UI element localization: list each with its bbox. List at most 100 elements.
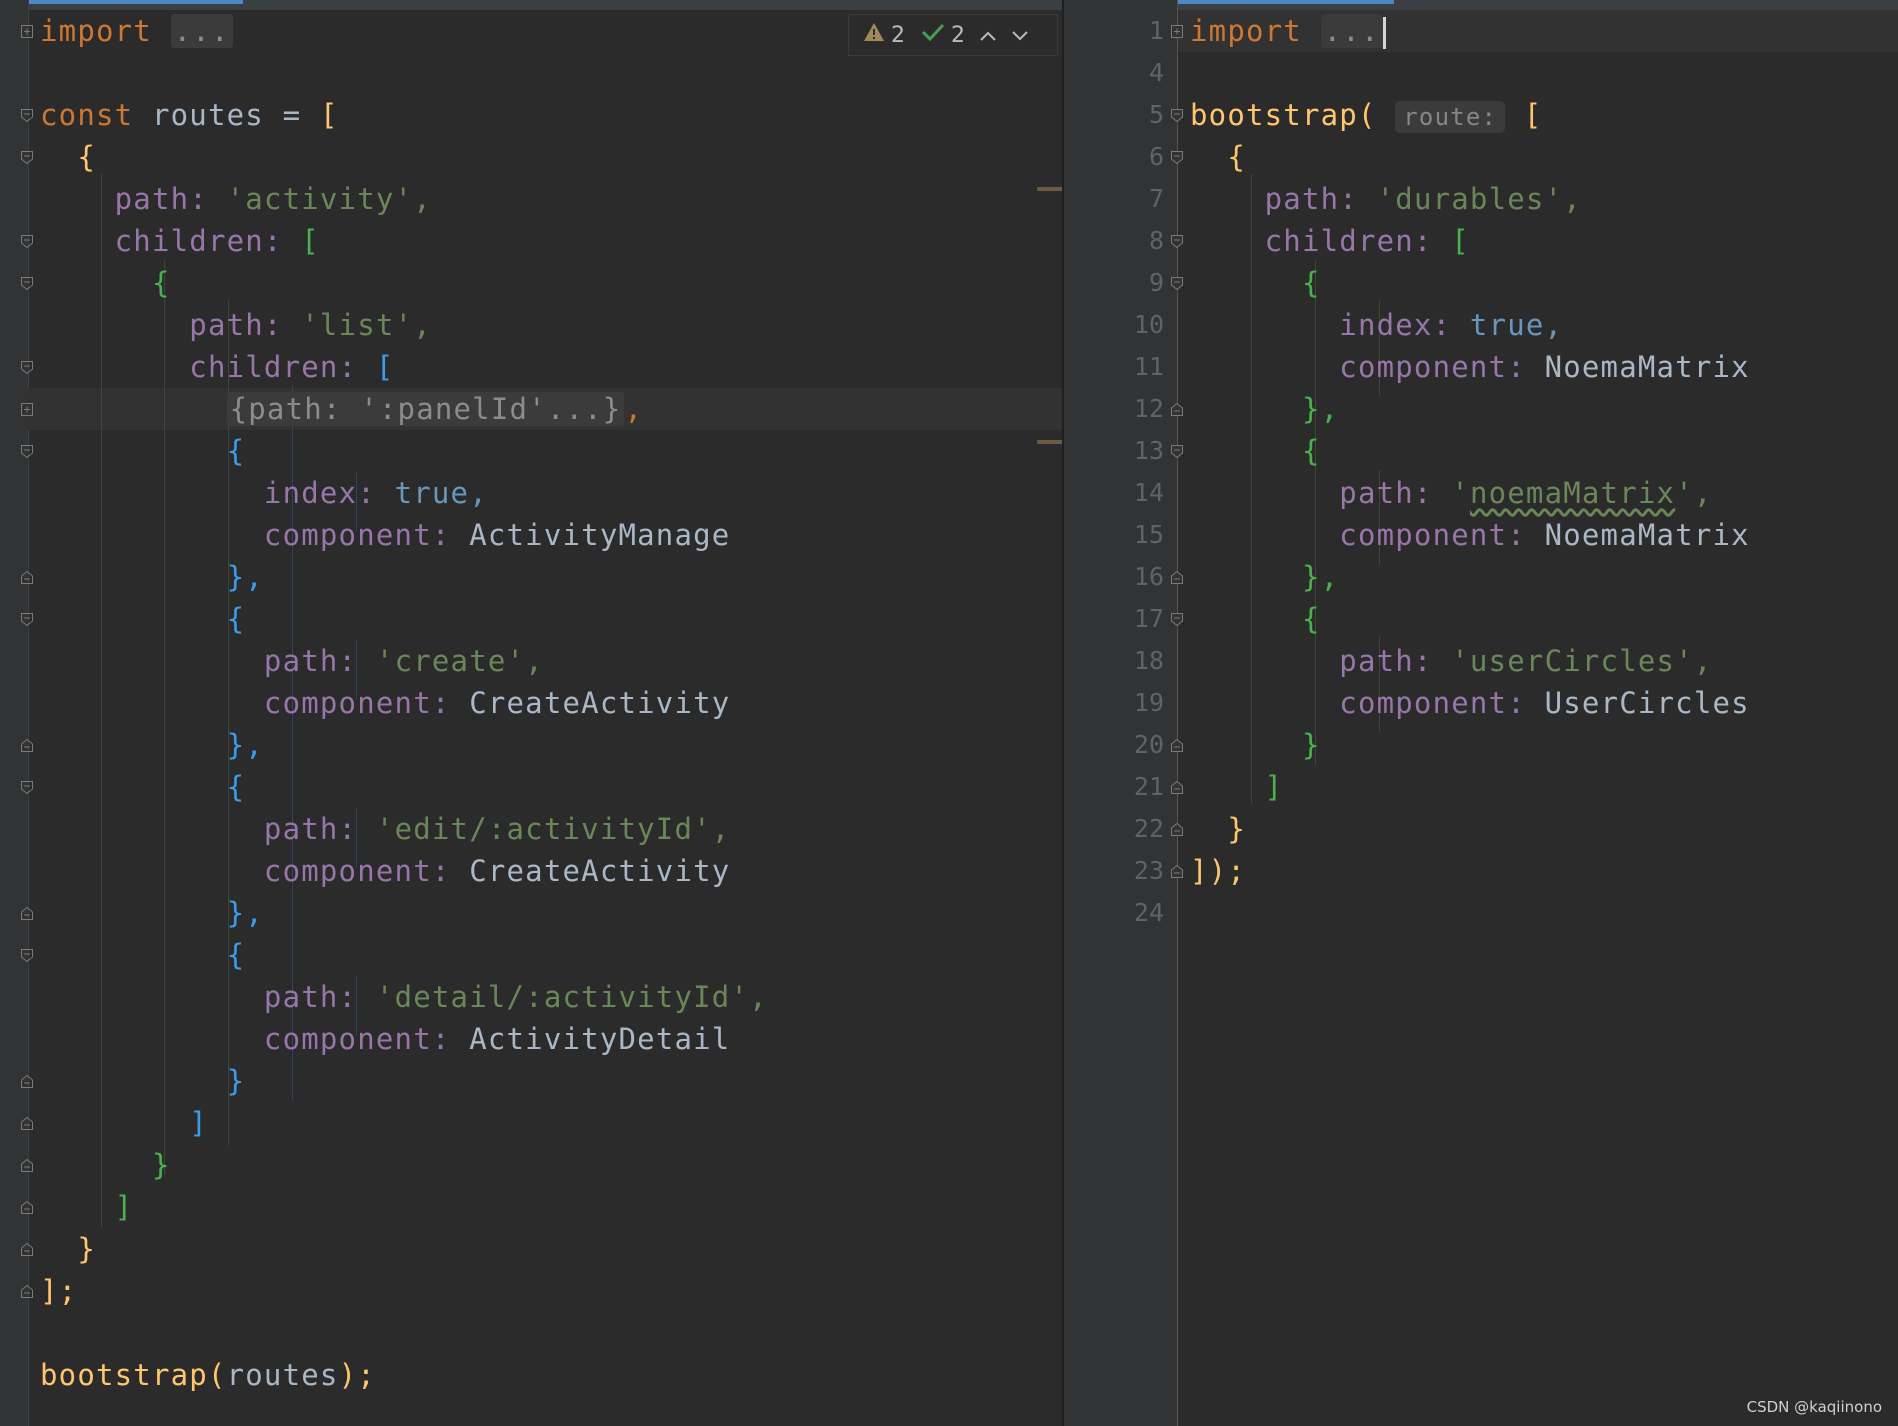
scrollbar-mark[interactable] xyxy=(1037,187,1063,191)
code-line[interactable]: import ... xyxy=(1190,10,1386,52)
fold-icon[interactable] xyxy=(21,25,33,38)
watermark: CSDN @kaqiinono xyxy=(1746,1398,1882,1416)
fold-icon[interactable] xyxy=(21,445,33,458)
fold-icon[interactable] xyxy=(1171,571,1183,584)
code-line[interactable]: path: 'durables', xyxy=(1190,178,1582,220)
code-line[interactable]: { xyxy=(40,262,171,304)
right-editor-pane[interactable]: 1 4 5 6 7 8 9 10 11 12 13 14 15 16 17 18… xyxy=(1064,0,1898,1426)
fold-icon[interactable] xyxy=(21,1243,33,1256)
code-line[interactable]: path: 'edit/:activityId', xyxy=(40,808,730,850)
code-line[interactable]: component: NoemaMatrix xyxy=(1190,514,1750,556)
folded-imports[interactable]: ... xyxy=(1320,14,1383,48)
code-line[interactable]: }, xyxy=(1190,388,1339,430)
fold-icon[interactable] xyxy=(21,151,33,164)
fold-icon[interactable] xyxy=(21,949,33,962)
chevron-down-icon[interactable] xyxy=(1011,23,1029,47)
code-line[interactable]: }, xyxy=(40,724,264,766)
code-line[interactable]: path: 'userCircles', xyxy=(1190,640,1713,682)
fold-icon[interactable] xyxy=(21,235,33,248)
fold-icon[interactable] xyxy=(1171,109,1183,122)
fold-icon[interactable] xyxy=(21,1117,33,1130)
code-line[interactable]: ] xyxy=(1190,766,1283,808)
fold-icon[interactable] xyxy=(21,739,33,752)
code-line[interactable]: path: 'detail/:activityId', xyxy=(40,976,768,1018)
code-line[interactable]: index: true, xyxy=(40,472,488,514)
code-line[interactable]: { xyxy=(1190,598,1321,640)
code-line[interactable]: { xyxy=(40,766,245,808)
code-line[interactable]: component: ActivityManage xyxy=(40,514,730,556)
folded-block[interactable]: {path: ':panelId'...} xyxy=(226,392,625,426)
fold-icon[interactable] xyxy=(21,403,33,416)
code-line[interactable]: }, xyxy=(40,556,264,598)
scrollbar-mark[interactable] xyxy=(1037,440,1063,444)
fold-icon[interactable] xyxy=(21,571,33,584)
code-line[interactable]: component: ActivityDetail xyxy=(40,1018,730,1060)
fold-icon[interactable] xyxy=(21,613,33,626)
code-line[interactable]: { xyxy=(40,598,245,640)
code-line[interactable]: children: [ xyxy=(40,346,395,388)
code-line[interactable]: }, xyxy=(40,892,264,934)
code-line[interactable]: bootstrap(routes); xyxy=(40,1354,376,1396)
code-line[interactable]: path: 'noemaMatrix', xyxy=(1190,472,1713,514)
code-line[interactable]: ] xyxy=(40,1186,133,1228)
fold-icon[interactable] xyxy=(1171,277,1183,290)
check-icon[interactable] xyxy=(921,22,945,48)
code-line[interactable]: {path: ':panelId'...}, xyxy=(40,388,643,430)
code-line[interactable]: } xyxy=(1190,808,1246,850)
code-line[interactable]: component: UserCircles xyxy=(1190,682,1750,724)
code-line[interactable]: { xyxy=(40,934,245,976)
code-line[interactable]: { xyxy=(1190,262,1321,304)
code-line[interactable]: } xyxy=(40,1144,171,1186)
fold-icon[interactable] xyxy=(1171,865,1183,878)
fold-icon[interactable] xyxy=(1171,781,1183,794)
code-line[interactable]: } xyxy=(40,1228,96,1270)
fold-icon[interactable] xyxy=(21,907,33,920)
code-line[interactable]: children: [ xyxy=(1190,220,1470,262)
code-line[interactable]: path: 'activity', xyxy=(40,178,432,220)
fold-icon[interactable] xyxy=(21,1285,33,1298)
code-line[interactable]: { xyxy=(40,136,96,178)
right-tab-strip xyxy=(1064,0,1898,10)
fold-icon[interactable] xyxy=(1171,403,1183,416)
fold-icon[interactable] xyxy=(1171,151,1183,164)
line-number: 15 xyxy=(1133,520,1164,549)
code-line[interactable]: { xyxy=(1190,430,1321,472)
chevron-up-icon[interactable] xyxy=(979,23,997,47)
code-line[interactable]: component: NoemaMatrix xyxy=(1190,346,1750,388)
code-line[interactable]: ] xyxy=(40,1102,208,1144)
code-line[interactable]: index: true, xyxy=(1190,304,1563,346)
code-line[interactable]: component: CreateActivity xyxy=(40,682,730,724)
fold-icon[interactable] xyxy=(21,361,33,374)
code-line[interactable]: const routes = [ xyxy=(40,94,339,136)
code-line[interactable]: } xyxy=(40,1060,245,1102)
code-line[interactable]: { xyxy=(40,430,245,472)
code-line[interactable]: children: [ xyxy=(40,220,320,262)
fold-icon[interactable] xyxy=(21,1159,33,1172)
fold-icon[interactable] xyxy=(21,277,33,290)
fold-icon[interactable] xyxy=(21,109,33,122)
fold-icon[interactable] xyxy=(21,1075,33,1088)
fold-icon[interactable] xyxy=(1171,235,1183,248)
code-line[interactable]: }, xyxy=(1190,556,1339,598)
fold-icon[interactable] xyxy=(1171,613,1183,626)
code-line[interactable]: ]; xyxy=(40,1270,77,1312)
code-line[interactable]: ]); xyxy=(1190,850,1246,892)
fold-icon[interactable] xyxy=(1171,739,1183,752)
fold-icon[interactable] xyxy=(1171,445,1183,458)
code-line[interactable]: { xyxy=(1190,136,1246,178)
fold-icon[interactable] xyxy=(1171,25,1183,38)
fold-icon[interactable] xyxy=(1171,823,1183,836)
code-line[interactable]: } xyxy=(1190,724,1321,766)
code-line[interactable]: path: 'list', xyxy=(40,304,432,346)
code-line[interactable]: path: 'create', xyxy=(40,640,544,682)
fold-icon[interactable] xyxy=(21,1201,33,1214)
folded-imports[interactable]: ... xyxy=(170,14,233,48)
inspection-widget[interactable]: 2 2 xyxy=(848,14,1058,56)
fold-icon[interactable] xyxy=(21,781,33,794)
line-number: 23 xyxy=(1133,856,1164,885)
code-line[interactable]: component: CreateActivity xyxy=(40,850,730,892)
code-line[interactable]: bootstrap( route: [ xyxy=(1190,94,1543,136)
code-line[interactable]: import ... xyxy=(40,10,233,52)
left-editor-pane[interactable]: import ... const routes = [ { path: 'act… xyxy=(0,0,1064,1426)
warning-icon[interactable] xyxy=(863,22,885,48)
